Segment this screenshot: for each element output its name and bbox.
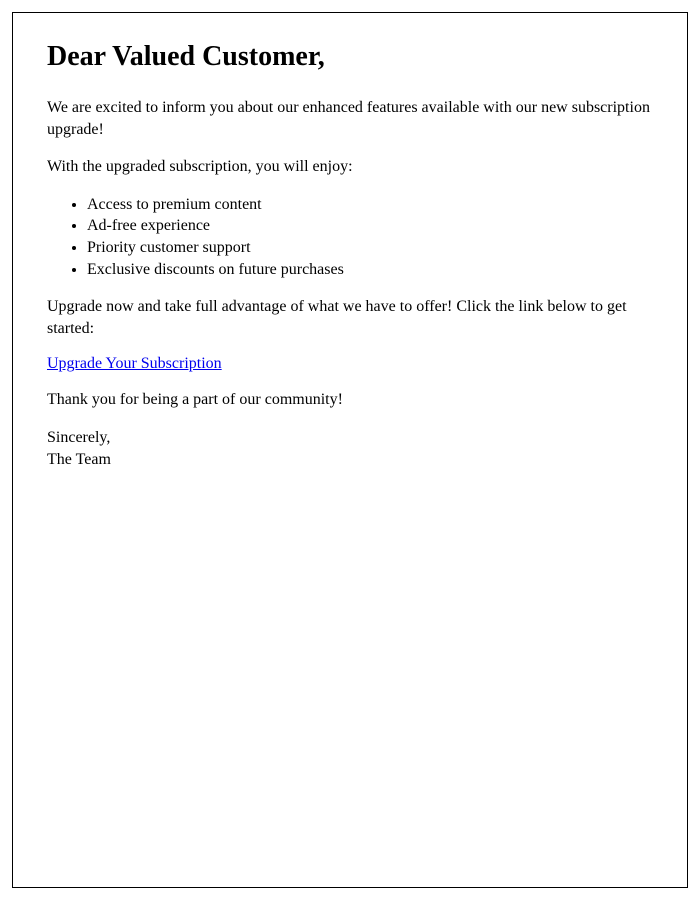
signoff-line2: The Team xyxy=(47,451,111,468)
cta-paragraph: Upgrade now and take full advantage of w… xyxy=(47,296,653,339)
thanks-paragraph: Thank you for being a part of our commun… xyxy=(47,389,653,411)
upgrade-link[interactable]: Upgrade Your Subscription xyxy=(47,355,222,372)
list-item: Priority customer support xyxy=(87,237,653,259)
signoff: Sincerely, The Team xyxy=(47,427,653,470)
list-item: Access to premium content xyxy=(87,194,653,216)
intro-paragraph: We are excited to inform you about our e… xyxy=(47,97,653,140)
cta-link-block: Upgrade Your Subscription xyxy=(47,355,653,373)
list-item: Exclusive discounts on future purchases xyxy=(87,259,653,281)
document-page: Dear Valued Customer, We are excited to … xyxy=(12,12,688,888)
signoff-line1: Sincerely, xyxy=(47,429,110,446)
benefits-lead: With the upgraded subscription, you will… xyxy=(47,156,653,178)
page-title: Dear Valued Customer, xyxy=(47,41,653,73)
benefits-list: Access to premium content Ad-free experi… xyxy=(87,194,653,280)
list-item: Ad-free experience xyxy=(87,215,653,237)
